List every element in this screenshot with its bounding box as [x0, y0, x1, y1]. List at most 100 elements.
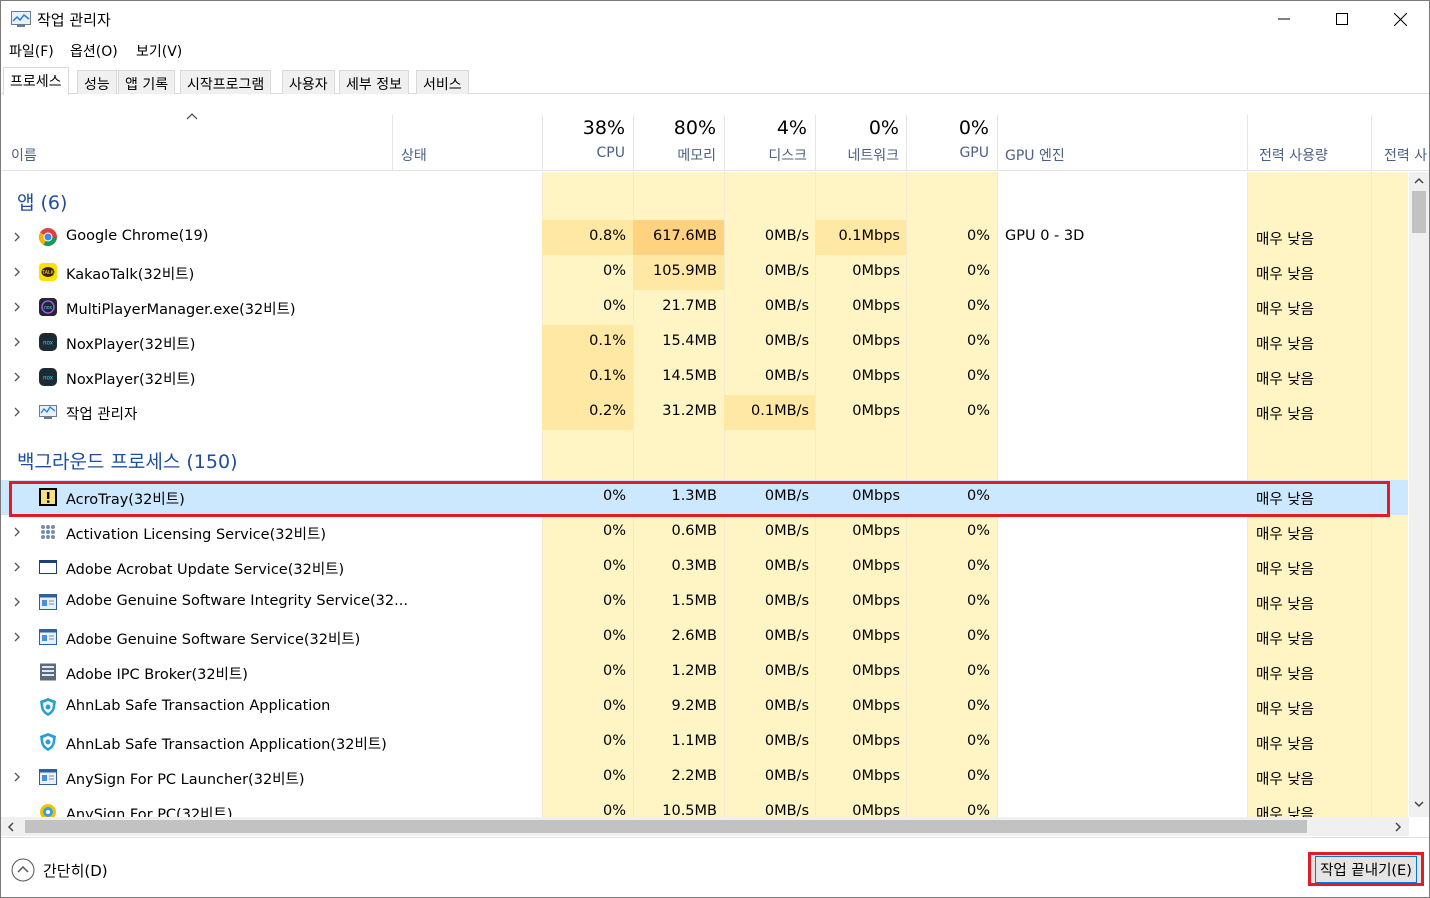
- service-dots-icon: [38, 522, 58, 542]
- minimize-button[interactable]: [1255, 1, 1313, 37]
- window-title: 작업 관리자: [37, 11, 111, 29]
- col-gpu[interactable]: GPU: [906, 145, 989, 161]
- cpu-value: 0%: [602, 628, 626, 644]
- expand-chevron-icon[interactable]: [12, 266, 22, 278]
- process-row[interactable]: Adobe IPC Broker(32비트) 0% 1.2MB 0MB/s 0Mbps 0…: [1, 655, 1408, 690]
- collapse-chevron-icon: [11, 858, 35, 882]
- col-power-usage[interactable]: 전력 사용량: [1259, 145, 1328, 165]
- expand-chevron-icon[interactable]: [12, 406, 22, 418]
- tab-processes[interactable]: 프로세스: [3, 67, 69, 95]
- process-name: Adobe Genuine Software Integrity Service…: [66, 593, 408, 609]
- svg-text:TALK: TALK: [42, 270, 55, 276]
- gpu-value: 0%: [966, 698, 990, 714]
- col-memory[interactable]: 메모리: [633, 145, 716, 165]
- scroll-down-icon[interactable]: [1413, 799, 1425, 809]
- nox-multi-icon: nox: [38, 297, 58, 317]
- kakaotalk-icon: TALK: [38, 262, 58, 282]
- power-usage-value: 매우 낮음: [1256, 632, 1314, 648]
- end-task-button[interactable]: 작업 끝내기(E): [1308, 852, 1424, 886]
- scroll-up-icon[interactable]: [1413, 176, 1425, 186]
- disk-value: 0MB/s: [764, 228, 809, 244]
- col-memory-percent: 80%: [673, 117, 716, 139]
- process-row[interactable]: nox NoxPlayer(32비트) 0.1% 15.4MB 0MB/s 0Mbps 0%…: [1, 325, 1408, 360]
- process-row[interactable]: 작업 관리자 0.2% 31.2MB 0.1MB/s 0Mbps 0% 매우 낮음: [1, 395, 1408, 430]
- expand-chevron-icon[interactable]: [12, 771, 22, 783]
- col-gpu-engine[interactable]: GPU 엔진: [1005, 145, 1065, 165]
- memory-value: 21.7MB: [662, 298, 717, 314]
- expand-chevron-icon[interactable]: [12, 596, 22, 608]
- footer: 간단히(D) 작업 끝내기(E): [1, 837, 1429, 897]
- expand-chevron-icon[interactable]: [12, 631, 22, 643]
- process-row[interactable]: nox MultiPlayerManager.exe(32비트) 0% 21.7MB 0…: [1, 290, 1408, 325]
- col-disk[interactable]: 디스크: [724, 145, 807, 165]
- service-app-icon: [38, 627, 58, 647]
- scroll-right-icon[interactable]: [1393, 821, 1403, 833]
- power-usage-value: 매우 낮음: [1256, 772, 1314, 788]
- col-cpu[interactable]: CPU: [542, 145, 625, 161]
- expand-chevron-icon[interactable]: [12, 561, 22, 573]
- process-row[interactable]: AnySign For PC(32비트) 0% 10.5MB 0MB/s 0Mbps 0%…: [1, 795, 1408, 817]
- minimize-icon: [1278, 18, 1290, 20]
- expand-chevron-icon[interactable]: [12, 526, 22, 538]
- expand-chevron-icon[interactable]: [12, 301, 22, 313]
- power-usage-value: 매우 낮음: [1256, 597, 1314, 613]
- expand-chevron-icon[interactable]: [12, 371, 22, 383]
- tab-app-history[interactable]: 앱 기록: [118, 70, 176, 94]
- sort-up-icon: [186, 113, 198, 120]
- cpu-value: 0.8%: [589, 228, 626, 244]
- horizontal-scrollbar[interactable]: [1, 817, 1409, 836]
- ahnlab-shield-icon: [38, 697, 58, 717]
- col-power-trend[interactable]: 전력 사: [1384, 145, 1427, 165]
- cpu-value: 0%: [602, 298, 626, 314]
- gpu-value: 0%: [966, 298, 990, 314]
- menu-options[interactable]: 옵션(O): [70, 41, 118, 61]
- col-network[interactable]: 네트워크: [815, 145, 899, 165]
- horizontal-scroll-thumb[interactable]: [25, 820, 1307, 833]
- process-row[interactable]: Google Chrome(19) 0.8% 617.6MB 0MB/s 0.1Mbps…: [1, 220, 1408, 255]
- memory-value: 10.5MB: [662, 803, 717, 817]
- col-status[interactable]: 상태: [401, 145, 427, 165]
- process-row[interactable]: TALK KakaoTalk(32비트) 0% 105.9MB 0MB/s 0Mbps 0%…: [1, 255, 1408, 290]
- maximize-button[interactable]: [1313, 1, 1371, 37]
- col-cpu-percent: 38%: [582, 117, 625, 139]
- process-row[interactable]: AhnLab Safe Transaction Application 0% 9.2…: [1, 690, 1408, 725]
- tab-services[interactable]: 서비스: [416, 70, 469, 94]
- process-name: KakaoTalk(32비트): [66, 267, 195, 283]
- expand-chevron-icon[interactable]: [12, 336, 22, 348]
- process-name: MultiPlayerManager.exe(32비트): [66, 302, 296, 318]
- cpu-value: 0%: [602, 558, 626, 574]
- cpu-value: 0%: [602, 593, 626, 609]
- tab-details[interactable]: 세부 정보: [339, 70, 409, 94]
- scroll-left-icon[interactable]: [6, 821, 16, 833]
- menu-file[interactable]: 파일(F): [9, 41, 54, 61]
- gpu-value: 0%: [966, 263, 990, 279]
- tab-performance[interactable]: 성능: [77, 70, 117, 94]
- expand-chevron-icon[interactable]: [12, 231, 22, 243]
- tab-startup[interactable]: 시작프로그램: [180, 70, 272, 94]
- tab-users[interactable]: 사용자: [282, 70, 335, 94]
- vertical-scroll-thumb[interactable]: [1412, 191, 1426, 233]
- network-value: 0Mbps: [852, 593, 900, 609]
- memory-value: 2.2MB: [671, 768, 717, 784]
- nox-icon: nox: [38, 367, 58, 387]
- gpu-engine-value: GPU 0 - 3D: [1005, 228, 1085, 244]
- process-row[interactable]: Adobe Acrobat Update Service(32비트) 0% 0.3M…: [1, 550, 1408, 585]
- disk-value: 0MB/s: [764, 333, 809, 349]
- close-button[interactable]: [1371, 1, 1429, 37]
- gpu-value: 0%: [966, 768, 990, 784]
- process-row[interactable]: Adobe Genuine Software Integrity Service…: [1, 585, 1408, 620]
- memory-value: 1.5MB: [671, 593, 717, 609]
- col-name[interactable]: 이름: [11, 145, 37, 165]
- cpu-value: 0.1%: [589, 333, 626, 349]
- collapse-button[interactable]: 간단히(D): [11, 857, 108, 883]
- vertical-scrollbar[interactable]: [1409, 172, 1429, 817]
- process-row[interactable]: nox NoxPlayer(32비트) 0.1% 14.5MB 0MB/s 0Mbps 0%…: [1, 360, 1408, 395]
- process-row[interactable]: AnySign For PC Launcher(32비트) 0% 2.2MB 0MB/…: [1, 760, 1408, 795]
- process-row[interactable]: Activation Licensing Service(32비트) 0% 0.6M…: [1, 515, 1408, 550]
- disk-value: 0MB/s: [764, 768, 809, 784]
- menu-view[interactable]: 보기(V): [136, 41, 182, 61]
- process-row[interactable]: Adobe Genuine Software Service(32비트) 0% 2.…: [1, 620, 1408, 655]
- disk-value: 0MB/s: [764, 663, 809, 679]
- process-row[interactable]: AhnLab Safe Transaction Application(32비트…: [1, 725, 1408, 760]
- cpu-value: 0%: [602, 523, 626, 539]
